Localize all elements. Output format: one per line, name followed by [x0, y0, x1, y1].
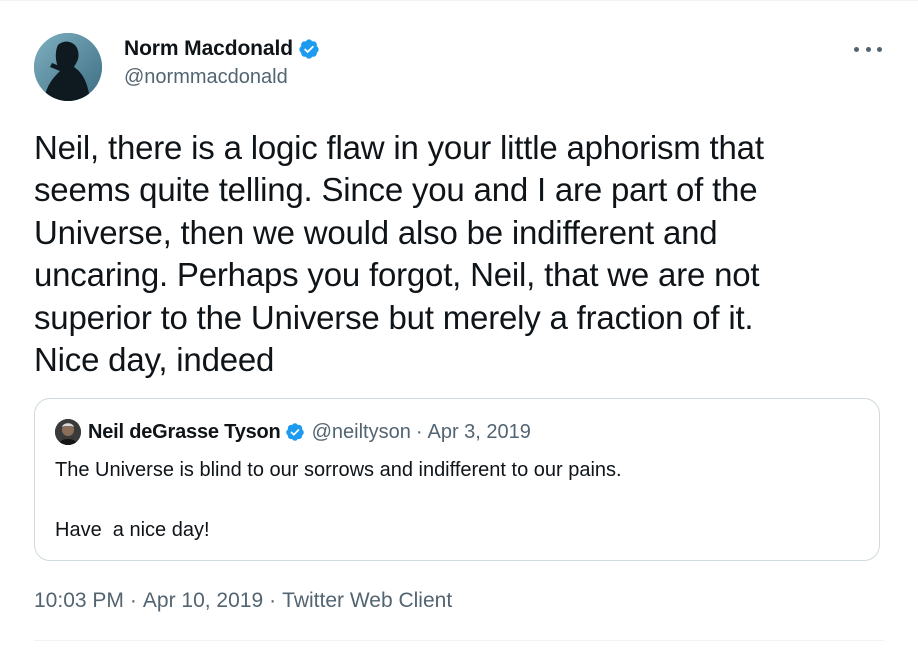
tweet-time[interactable]: 10:03 PM — [34, 589, 124, 613]
verified-badge-icon — [299, 39, 319, 59]
author-avatar-image — [34, 33, 102, 101]
tweet-text: Neil, there is a logic flaw in your litt… — [34, 129, 764, 379]
quoted-tweet-text: The Universe is blind to our sorrows and… — [55, 459, 622, 541]
meta-separator: · — [129, 589, 137, 612]
tweet-header: Norm Macdonald @normmacdonald — [34, 33, 884, 101]
more-options-icon[interactable] — [854, 41, 882, 57]
more-dot — [865, 46, 871, 52]
quoted-verified-badge-icon — [285, 423, 304, 441]
tweet-card: Norm Macdonald @normmacdonald Neil, ther… — [0, 0, 918, 650]
quoted-separator: · — [415, 420, 423, 443]
quoted-date[interactable]: Apr 3, 2019 — [428, 421, 531, 444]
author-avatar[interactable] — [34, 33, 102, 101]
quoted-author-avatar[interactable] — [55, 419, 81, 445]
display-name-row: Norm Macdonald — [124, 35, 320, 63]
author-display-name[interactable]: Norm Macdonald — [124, 37, 293, 61]
quoted-display-name[interactable]: Neil deGrasse Tyson — [88, 421, 281, 444]
tweet-source[interactable]: Twitter Web Client — [282, 589, 452, 613]
more-dot — [877, 46, 882, 52]
more-dot — [854, 46, 859, 52]
author-handle[interactable]: @normmacdonald — [124, 66, 320, 89]
quoted-tweet[interactable]: Neil deGrasse Tyson @neiltyson · Apr 3, … — [34, 398, 880, 561]
tweet-date[interactable]: Apr 10, 2019 — [143, 589, 263, 613]
quoted-tweet-header: Neil deGrasse Tyson @neiltyson · Apr 3, … — [55, 419, 531, 445]
quoted-author-avatar-image — [55, 419, 81, 445]
divider — [34, 640, 884, 641]
author-names: Norm Macdonald @normmacdonald — [124, 35, 320, 89]
meta-separator: · — [269, 589, 277, 612]
quoted-handle[interactable]: @neiltyson — [312, 421, 411, 444]
tweet-meta: 10:03 PM · Apr 10, 2019 · Twitter Web Cl… — [34, 589, 452, 613]
